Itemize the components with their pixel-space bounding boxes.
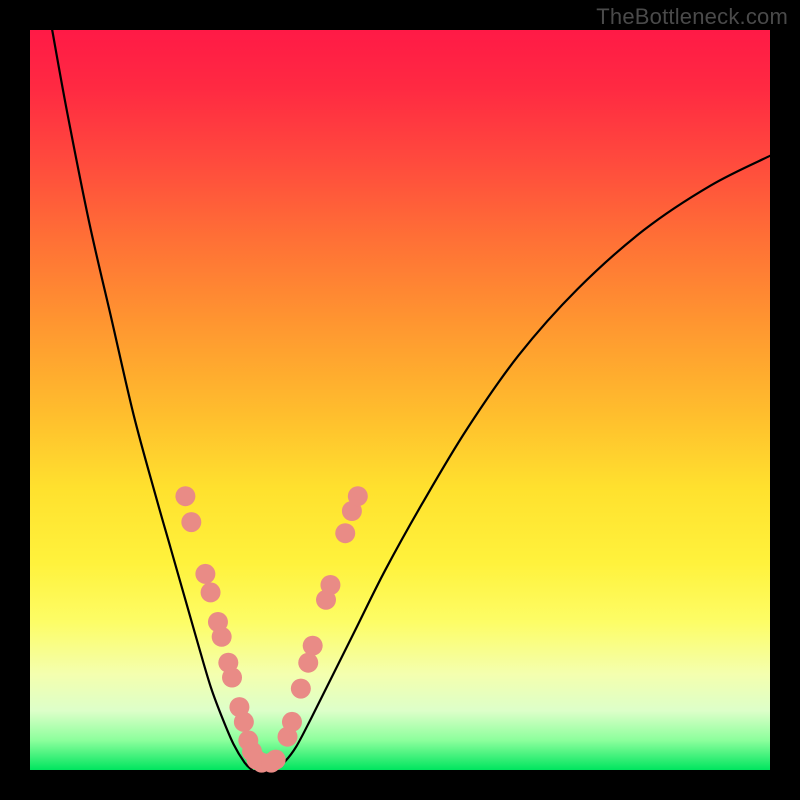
- highlight-dot: [298, 653, 318, 673]
- highlight-dot: [234, 712, 254, 732]
- highlight-dot: [335, 523, 355, 543]
- highlight-dot: [348, 486, 368, 506]
- highlight-dot: [266, 750, 286, 770]
- highlight-dot: [212, 627, 232, 647]
- highlight-dot: [291, 679, 311, 699]
- highlight-dot: [320, 575, 340, 595]
- chart-svg: [30, 30, 770, 770]
- highlight-dot: [201, 582, 221, 602]
- highlight-dot: [282, 712, 302, 732]
- highlight-dot: [175, 486, 195, 506]
- chart-frame: TheBottleneck.com: [0, 0, 800, 800]
- highlight-dot: [222, 668, 242, 688]
- highlight-dot: [195, 564, 215, 584]
- chart-plot-area: [30, 30, 770, 770]
- curve-right-branch: [274, 156, 770, 770]
- highlight-dot: [181, 512, 201, 532]
- highlight-dot: [303, 636, 323, 656]
- watermark-text: TheBottleneck.com: [596, 4, 788, 30]
